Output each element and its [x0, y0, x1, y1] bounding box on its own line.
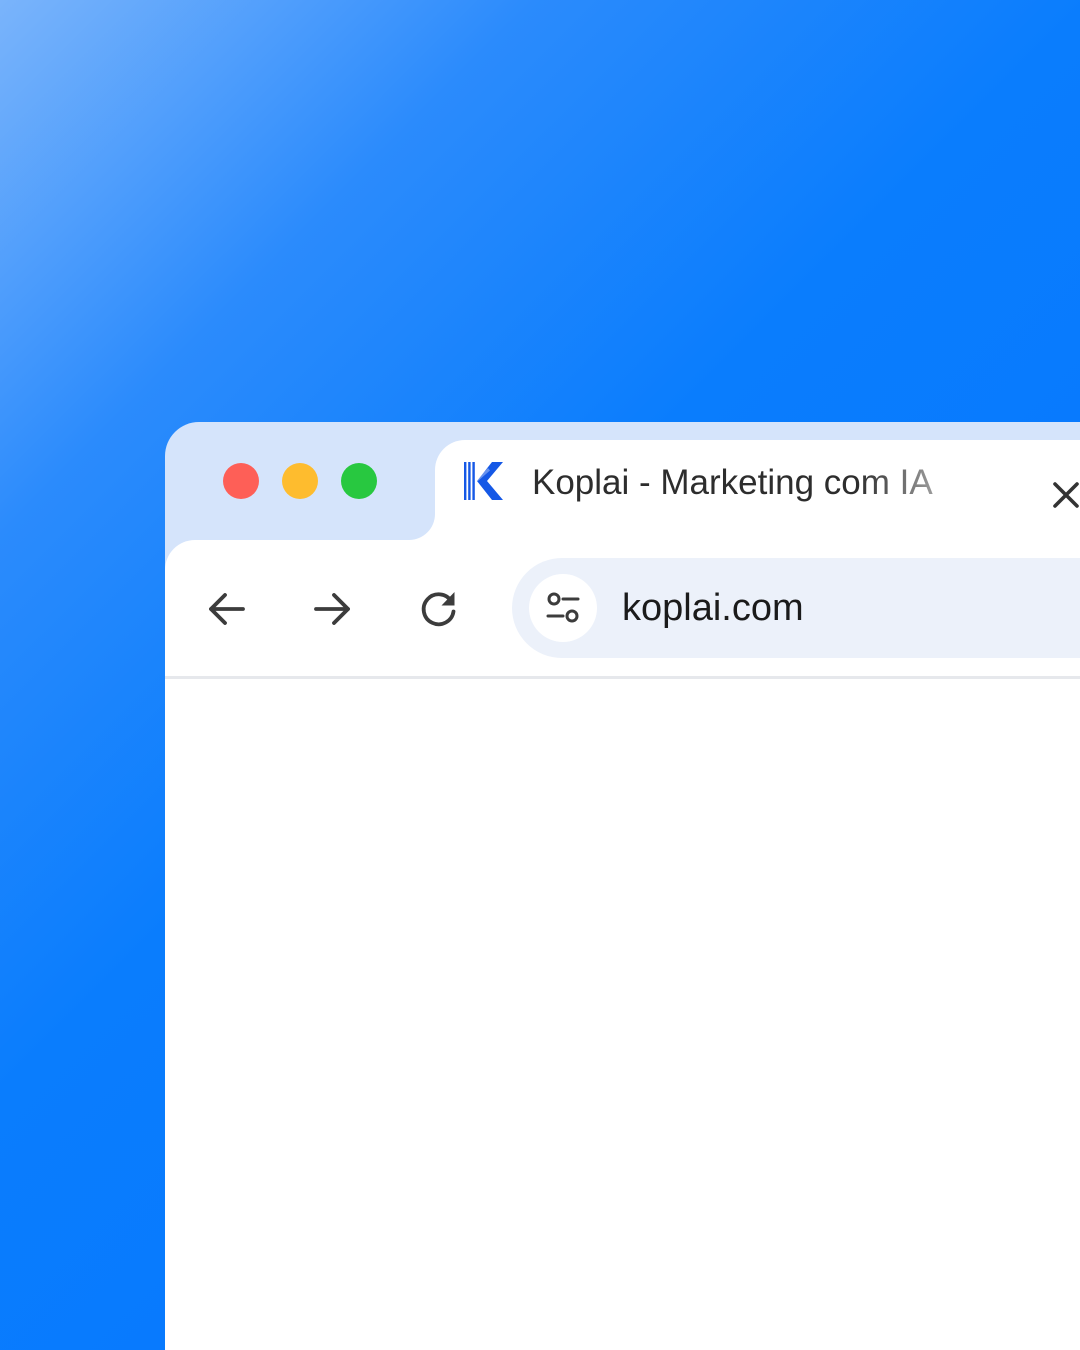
window-zoom-button[interactable] [341, 463, 377, 499]
window-minimize-button[interactable] [282, 463, 318, 499]
tune-icon [546, 592, 580, 623]
arrow-left-icon [209, 593, 245, 625]
tab-title: Koplai - Marketing com IA [532, 463, 933, 502]
close-icon[interactable] [1051, 480, 1080, 510]
page-content [165, 679, 1080, 1350]
reload-button[interactable] [417, 587, 461, 631]
site-info-button[interactable] [529, 574, 597, 642]
back-button[interactable] [205, 587, 249, 631]
forward-button[interactable] [310, 587, 354, 631]
url-text[interactable]: koplai.com [622, 584, 804, 632]
reload-icon [421, 592, 456, 627]
arrow-right-icon [314, 593, 350, 625]
window-controls [223, 463, 377, 499]
window-close-button[interactable] [223, 463, 259, 499]
browser-toolbar: koplai.com [165, 540, 1080, 676]
browser-window: Koplai - Marketing com IA koplai.com [165, 422, 1080, 1350]
tab-joint [409, 514, 435, 540]
address-bar[interactable]: koplai.com [512, 558, 1080, 658]
koplai-logo-icon [463, 460, 505, 502]
